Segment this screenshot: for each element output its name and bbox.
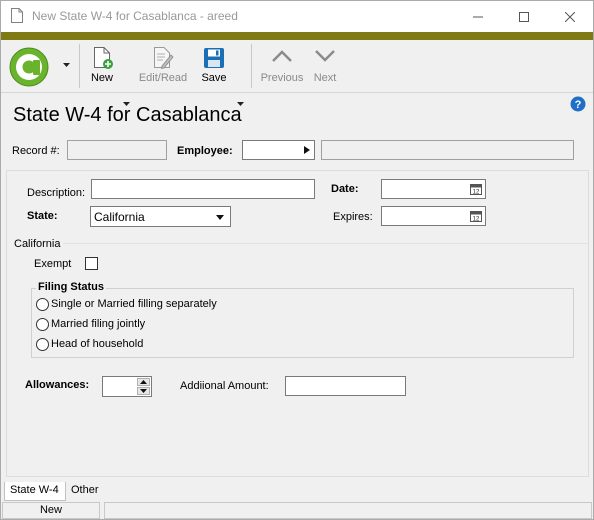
date-field[interactable]: 12: [381, 179, 486, 199]
svg-text:12: 12: [473, 217, 480, 223]
stepper-down-button[interactable]: [137, 387, 150, 395]
svg-text:?: ?: [575, 99, 582, 111]
allowances-stepper[interactable]: [102, 376, 152, 397]
exempt-label: Exempt: [34, 258, 72, 270]
date-label: Date:: [331, 183, 359, 195]
radio-single-label: Single or Married filling separately: [51, 298, 217, 310]
brand-bar: [1, 32, 593, 40]
triangle-right-icon: [304, 146, 310, 154]
toolbar-separator: [251, 44, 252, 88]
expires-label: Expires:: [333, 211, 373, 223]
maximize-icon: [519, 11, 529, 22]
allowances-label: Allowances:: [25, 379, 90, 391]
close-icon: [565, 11, 575, 22]
state-select[interactable]: California: [90, 206, 231, 227]
radio-head-of-household-label: Head of household: [51, 338, 144, 350]
maximize-button[interactable]: [501, 1, 547, 32]
record-label: Record #:: [12, 145, 60, 157]
exempt-checkbox[interactable]: [85, 257, 98, 270]
app-menu-dropdown-icon: [63, 63, 70, 67]
save-button[interactable]: Save: [195, 40, 233, 92]
new-document-icon: [94, 47, 113, 69]
new-button[interactable]: New: [83, 40, 121, 92]
stepper-buttons: [137, 378, 150, 395]
state-label: State:: [27, 210, 58, 222]
stepper-up-button[interactable]: [137, 378, 150, 386]
save-label: Save: [201, 72, 227, 84]
app-menu-button[interactable]: [7, 40, 73, 92]
edit-read-button[interactable]: Edit/Read: [136, 40, 190, 92]
employee-picker[interactable]: [242, 140, 315, 160]
radio-single[interactable]: [36, 298, 49, 311]
additional-amount-field[interactable]: [285, 376, 406, 396]
next-button[interactable]: Next: [307, 40, 343, 92]
description-label: Description:: [27, 187, 86, 199]
status-message: [104, 502, 592, 519]
radio-married-jointly[interactable]: [36, 318, 49, 331]
previous-label: Previous: [260, 72, 304, 84]
radio-head-of-household[interactable]: [36, 338, 49, 351]
previous-button[interactable]: Previous: [257, 40, 307, 92]
description-field[interactable]: [91, 179, 315, 199]
employee-label: Employee:: [177, 145, 233, 157]
toolbar-separator: [79, 44, 80, 88]
chevron-up-icon: [272, 50, 292, 62]
calendar-icon[interactable]: 12: [470, 210, 482, 222]
svg-text:12: 12: [473, 190, 480, 196]
calendar-icon[interactable]: 12: [470, 183, 482, 195]
tab-other[interactable]: Other: [66, 482, 104, 501]
toolbar-divider: [1, 92, 593, 93]
new-label: New: [90, 72, 113, 84]
triangle-down-icon: [140, 389, 147, 393]
save-icon: [204, 48, 224, 68]
edit-read-label: Edit/Read: [138, 72, 188, 84]
section-divider: [63, 243, 589, 244]
status-mode: New: [2, 502, 100, 519]
window-title: New State W-4 for Casablanca - areed: [32, 9, 238, 23]
additional-amount-label: Addiional Amount:: [180, 380, 269, 392]
minimize-button[interactable]: [455, 1, 501, 32]
tab-state-w4[interactable]: State W-4: [4, 482, 66, 501]
minimize-icon: [473, 16, 483, 17]
close-button[interactable]: [547, 1, 593, 32]
triangle-up-icon: [140, 380, 147, 384]
app-window: New State W-4 for Casablanca - areed New…: [0, 0, 594, 520]
record-number-field[interactable]: [67, 140, 167, 160]
chevron-down-icon: [315, 50, 335, 62]
state-select-value: California: [94, 210, 145, 224]
employee-name-field[interactable]: [321, 140, 574, 160]
radio-married-jointly-label: Married filing jointly: [51, 318, 146, 330]
expires-field[interactable]: 12: [381, 206, 486, 226]
help-icon[interactable]: ?: [570, 96, 586, 112]
california-section-title: California: [14, 238, 61, 250]
page-title: State W-4 for Casablanca: [13, 104, 242, 126]
filing-status-title: Filing Status: [36, 281, 106, 293]
app-logo-icon: [9, 47, 49, 87]
edit-document-icon: [154, 47, 174, 70]
toolbar: New Edit/Read Save Previous Next: [1, 40, 593, 106]
title-bar: New State W-4 for Casablanca - areed: [1, 1, 593, 32]
next-label: Next: [313, 72, 337, 84]
chevron-down-icon: [216, 215, 224, 220]
document-icon: [11, 8, 23, 23]
